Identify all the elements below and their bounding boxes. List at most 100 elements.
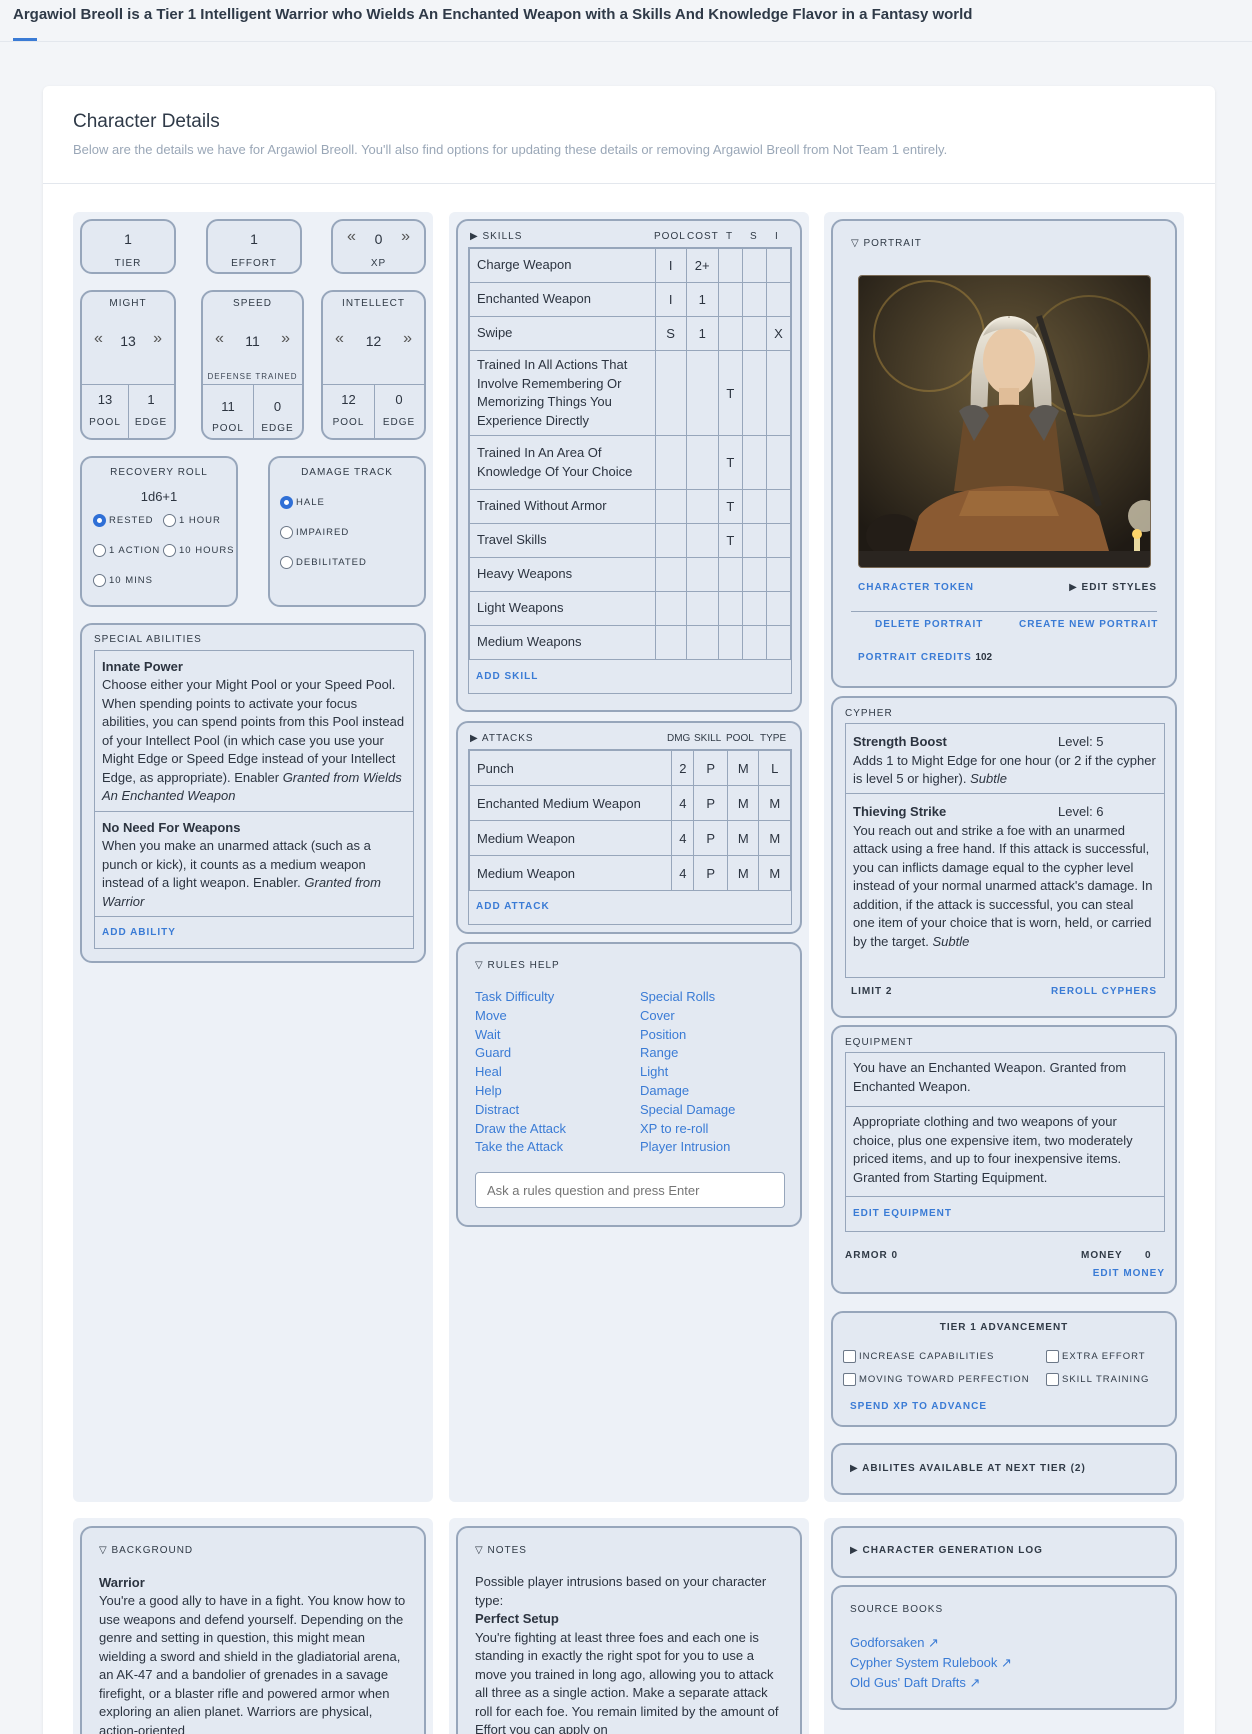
edit-money-button[interactable]: EDIT MONEY [1093,1268,1165,1279]
skill-row[interactable]: Medium Weapons [469,625,792,660]
skill-row[interactable]: Trained In All Actions That Involve Reme… [469,350,792,436]
skill-training-checkbox[interactable]: SKILL TRAINING [1046,1373,1149,1386]
damage-impaired-option[interactable]: IMPAIRED [280,526,349,539]
xp-increase-icon[interactable]: » [401,228,410,246]
add-skill-button[interactable]: ADD SKILL [469,660,791,693]
speed-increase-icon[interactable]: » [281,330,290,348]
recovery-rested-option[interactable]: RESTED [93,514,154,527]
skill-cell [741,489,767,524]
skill-row[interactable]: Charge Weapon I 2+ [469,248,792,283]
skill-row[interactable]: Trained Without Armor T [469,489,792,524]
attack-row[interactable]: Punch 2 P M L [468,750,791,786]
source-books-label: SOURCE BOOKS [850,1604,944,1615]
checkbox-icon [1046,1373,1059,1386]
edit-styles-toggle[interactable]: ▶ EDIT STYLES [1069,582,1157,593]
character-token-link[interactable]: CHARACTER TOKEN [858,582,974,593]
rules-link[interactable]: Special Rolls [640,988,800,1007]
damage-label: DAMAGE TRACK [301,467,393,478]
skill-cell [765,625,792,660]
spend-xp-button[interactable]: SPEND XP TO ADVANCE [850,1401,987,1412]
portrait-toggle[interactable]: ▽ PORTRAIT [851,238,922,249]
attack-row[interactable]: Enchanted Medium Weapon 4 P M M [468,785,791,821]
next-tier-toggle[interactable]: ▶ ABILITES AVAILABLE AT NEXT TIER (2) [850,1463,1086,1474]
attack-row[interactable]: Medium Weapon 4 P M M [468,820,791,856]
moving-toward-perfection-checkbox[interactable]: MOVING TOWARD PERFECTION [843,1373,1030,1386]
next-tier-abilities-box[interactable]: ▶ ABILITES AVAILABLE AT NEXT TIER (2) [831,1443,1177,1495]
rules-link[interactable]: Distract [475,1101,635,1120]
equipment-label: EQUIPMENT [845,1037,914,1048]
rules-link[interactable]: Cover [640,1007,800,1026]
rules-link[interactable]: Task Difficulty [475,988,635,1007]
recovery-1action-option[interactable]: 1 ACTION [93,544,160,557]
attacks-header-pool: POOL [726,733,754,744]
skill-cell [765,248,792,283]
background-text: You're a good ally to have in a fight. Y… [99,1593,406,1734]
skill-row[interactable]: Travel Skills T [469,523,792,558]
recovery-1hour-option[interactable]: 1 HOUR [163,514,221,527]
recovery-10mins-option[interactable]: 10 MINS [93,574,153,587]
skill-row[interactable]: Trained In An Area Of Knowledge Of Your … [469,435,792,490]
attacks-toggle[interactable]: ▶ ATTACKS [470,733,534,744]
skill-cell [765,557,792,592]
damage-hale-option[interactable]: HALE [280,496,325,509]
attack-row[interactable]: Medium Weapon 4 P M M [468,855,791,891]
rules-link[interactable]: Heal [475,1063,635,1082]
attack-cell: 4 [671,785,695,821]
rules-link[interactable]: Special Damage [640,1101,800,1120]
rules-link[interactable]: Player Intrusion [640,1138,800,1157]
attack-cell: M [726,855,760,891]
cypher-limit: LIMIT 2 [851,986,893,997]
skills-toggle[interactable]: ▶ SKILLS [470,231,522,242]
rules-link[interactable]: Guard [475,1044,635,1063]
rules-question-input[interactable] [475,1172,785,1208]
extra-effort-checkbox[interactable]: EXTRA EFFORT [1046,1350,1146,1363]
recovery-label: RECOVERY ROLL [110,467,208,478]
rules-link[interactable]: XP to re-roll [640,1120,800,1139]
rules-help-toggle[interactable]: ▽ RULES HELP [475,960,560,971]
recovery-10hours-option[interactable]: 10 HOURS [163,544,235,557]
character-generation-log-box[interactable]: ▶ CHARACTER GENERATION LOG [831,1526,1177,1578]
intellect-increase-icon[interactable]: » [403,330,412,348]
add-attack-button[interactable]: ADD ATTACK [469,891,791,924]
source-book-link[interactable]: Godforsaken ↗ [850,1633,1012,1653]
source-book-link[interactable]: Cypher System Rulebook ↗ [850,1653,1012,1673]
skill-row[interactable]: Swipe S 1 X [469,316,792,351]
create-new-portrait-button[interactable]: CREATE NEW PORTRAIT [1019,619,1158,630]
attack-cell: L [758,750,791,786]
damage-debilitated-option[interactable]: DEBILITATED [280,556,367,569]
rules-link[interactable]: Wait [475,1026,635,1045]
skill-row[interactable]: Heavy Weapons [469,557,792,592]
rules-link[interactable]: Move [475,1007,635,1026]
might-pool-label: POOL [89,417,121,428]
rules-link[interactable]: Take the Attack [475,1138,635,1157]
skill-name: Travel Skills [469,523,656,558]
tier-label: TIER [114,258,142,269]
reroll-cyphers-button[interactable]: REROLL CYPHERS [1051,986,1157,997]
rules-link[interactable]: Light [640,1063,800,1082]
notes-toggle[interactable]: ▽ NOTES [475,1545,527,1556]
portrait-illustration [859,276,1150,567]
rules-link[interactable]: Draw the Attack [475,1120,635,1139]
rules-link[interactable]: Range [640,1044,800,1063]
rules-link[interactable]: Damage [640,1082,800,1101]
skill-cell: T [717,489,743,524]
generation-log-toggle[interactable]: ▶ CHARACTER GENERATION LOG [850,1545,1043,1556]
rules-link[interactable]: Help [475,1082,635,1101]
skill-row[interactable]: Light Weapons [469,591,792,626]
edit-equipment-button[interactable]: EDIT EQUIPMENT [853,1208,952,1219]
delete-portrait-button[interactable]: DELETE PORTRAIT [875,619,983,630]
source-books-box: SOURCE BOOKS Godforsaken ↗ Cypher System … [831,1585,1177,1710]
skill-row[interactable]: Enchanted Weapon I 1 [469,282,792,317]
skill-cell [717,591,743,626]
increase-capabilities-checkbox[interactable]: INCREASE CAPABILITIES [843,1350,994,1363]
character-portrait-image[interactable] [858,275,1151,568]
background-toggle[interactable]: ▽ BACKGROUND [99,1545,193,1556]
radio-icon [280,556,293,569]
skill-cell: 2+ [685,248,719,283]
skill-name: Heavy Weapons [469,557,656,592]
add-ability-button[interactable]: ADD ABILITY [102,927,176,938]
skill-cell: 1 [685,282,719,317]
might-increase-icon[interactable]: » [153,330,162,348]
rules-link[interactable]: Position [640,1026,800,1045]
source-book-link[interactable]: Old Gus' Daft Drafts ↗ [850,1673,1012,1693]
